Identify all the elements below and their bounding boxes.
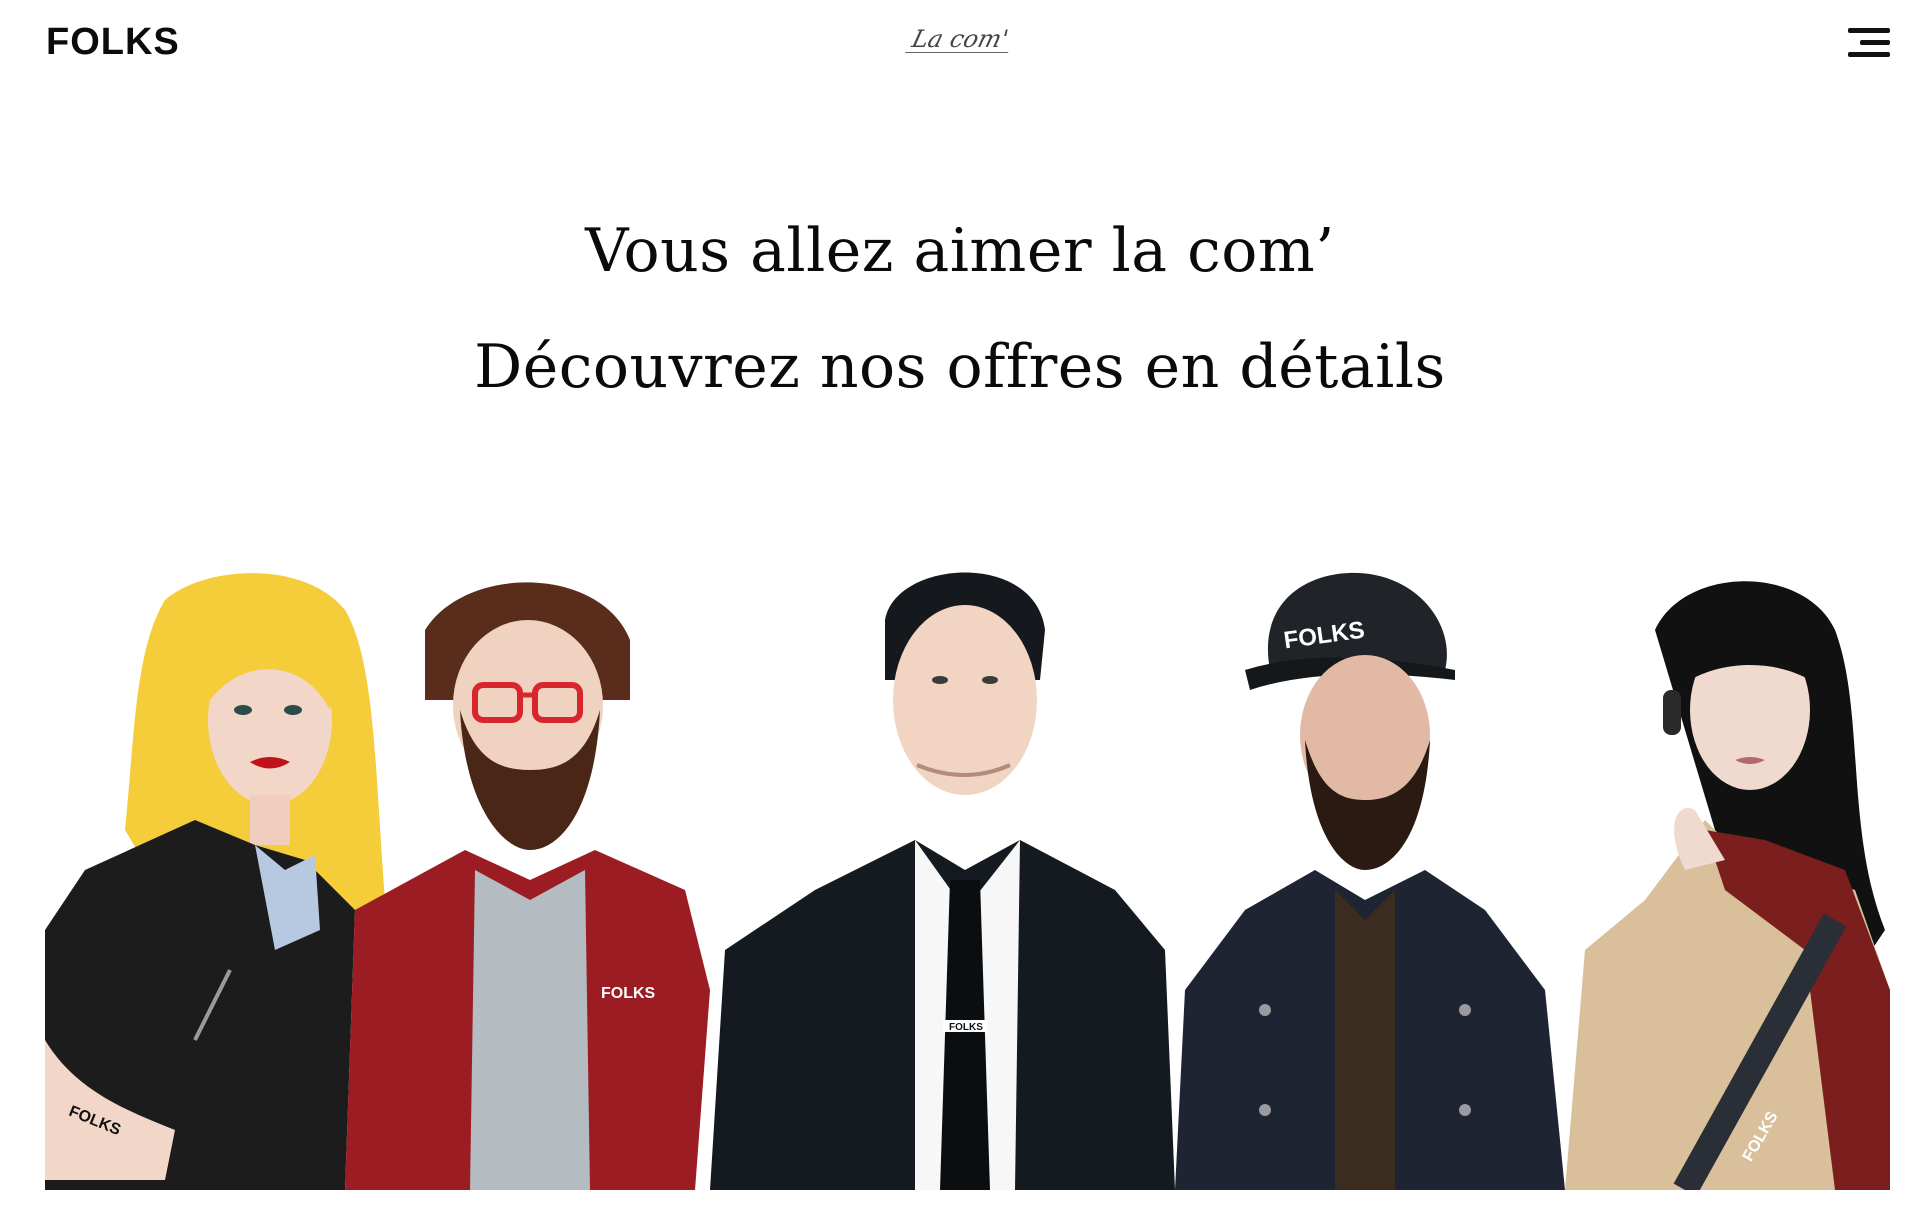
hamburger-menu-icon[interactable] <box>1846 28 1890 60</box>
team-member-man-in-suit: FOLKS <box>710 572 1175 1190</box>
menu-line <box>1848 28 1890 33</box>
jacket-folks-text: FOLKS <box>601 985 656 1002</box>
team-member-bearded-man-cap: FOLKS <box>1175 572 1565 1190</box>
team-member-bearded-man-glasses: FOLKS <box>345 582 710 1190</box>
site-header: FOLKS La com' <box>0 0 1920 90</box>
folks-logo[interactable]: FOLKS <box>46 20 180 64</box>
team-member-blonde-woman: FOLKS <box>45 573 385 1190</box>
menu-line <box>1860 40 1890 45</box>
team-illustration-svg: FOLKS FOLKS FOLKS FOLKS FOLKS <box>45 572 1890 1190</box>
page-tag-la-com: La com' <box>905 25 1015 53</box>
menu-line <box>1848 52 1890 57</box>
team-illustration: FOLKS FOLKS FOLKS FOLKS FOLKS <box>45 570 1890 1190</box>
team-member-woman-headphones: FOLKS <box>1565 581 1890 1190</box>
hero-title: Vous allez aimer la com’ <box>585 216 1335 286</box>
tie-folks-text: FOLKS <box>949 1022 983 1033</box>
hero-section: Vous allez aimer la com’ Découvrez nos o… <box>0 215 1920 403</box>
hero-subtitle: Découvrez nos offres en détails <box>474 332 1446 402</box>
